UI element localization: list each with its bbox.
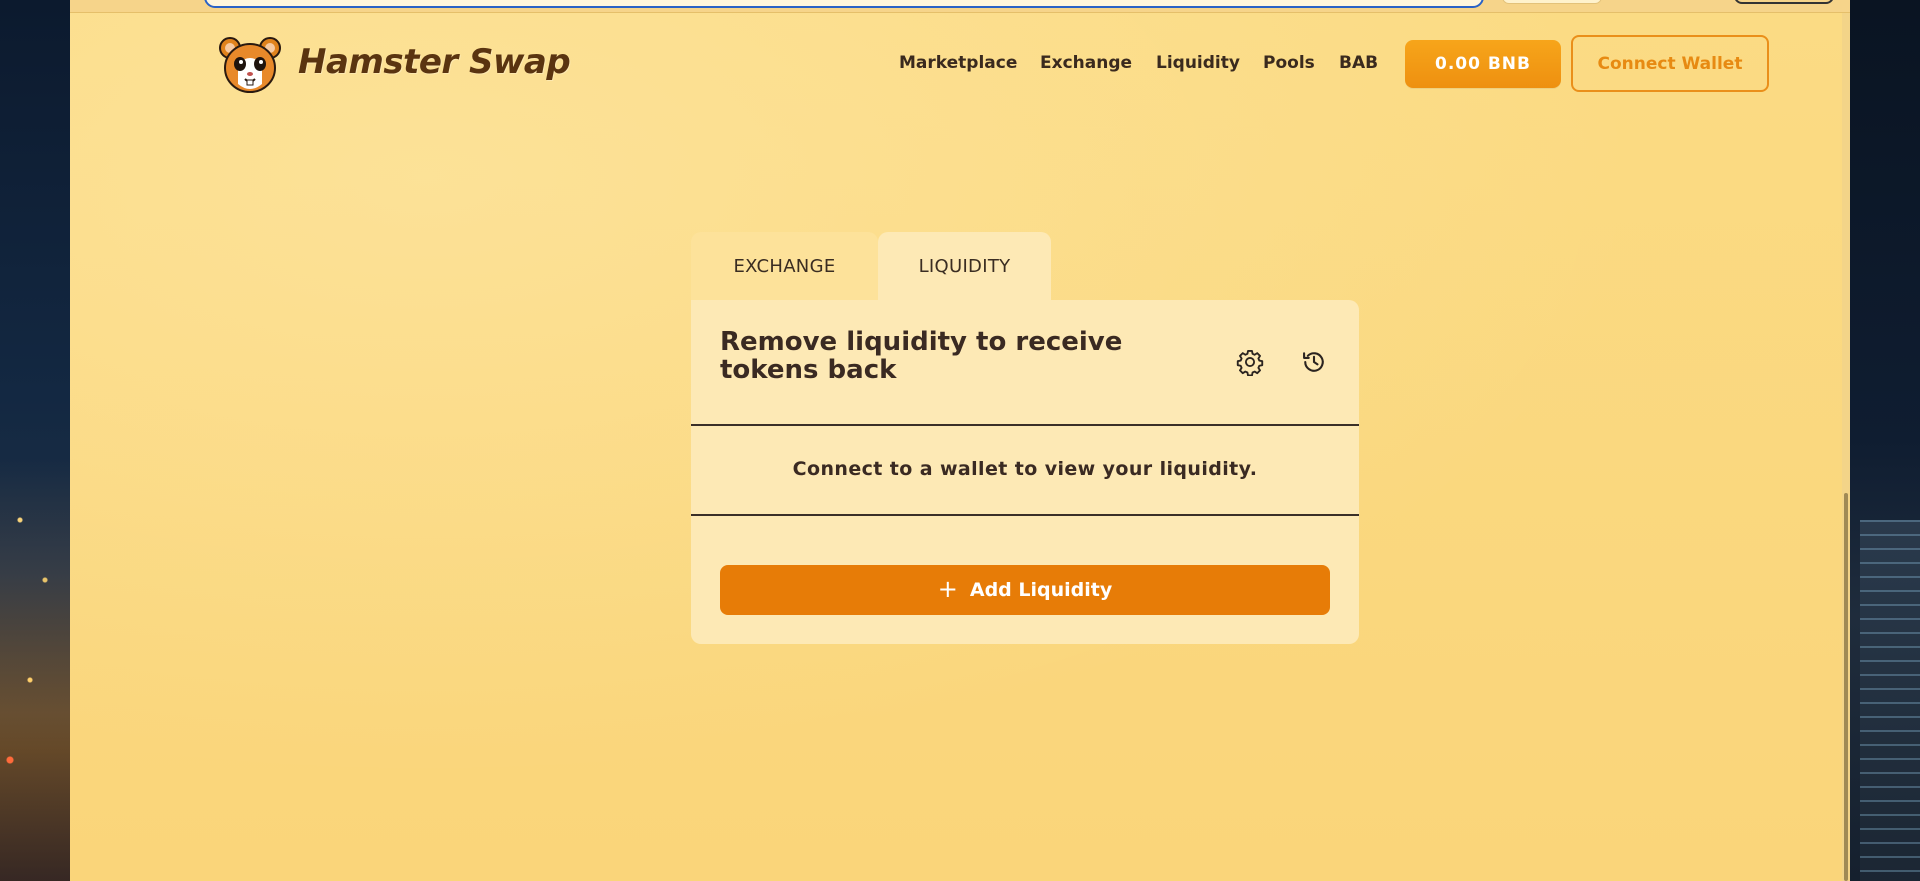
nav-link-bab[interactable]: BAB [1339,53,1378,73]
bnb-balance-button[interactable]: 0.00 BNB [1405,40,1561,88]
page-scrollbar[interactable] [1842,13,1850,881]
tab-exchange[interactable]: EXCHANGE [691,232,878,300]
connect-wallet-message: Connect to a wallet to view your liquidi… [792,458,1258,480]
card-divider-bottom [691,514,1359,516]
gear-icon [1236,349,1264,376]
address-bar[interactable] [204,0,1484,8]
add-liquidity-button[interactable]: + Add Liquidity [720,565,1330,615]
history-icon [1303,352,1324,372]
card-title: Remove liquidity to receive tokens back [720,327,1123,385]
desktop-background-left [0,0,70,881]
settings-button[interactable] [1234,346,1266,378]
nav-link-pools[interactable]: Pools [1263,53,1315,73]
nav-link-exchange[interactable]: Exchange [1040,53,1132,73]
swap-tabs: EXCHANGE LIQUIDITY [691,232,1051,300]
liquidity-card: Remove liquidity to receive tokens back … [691,300,1359,644]
main-nav: Marketplace Exchange Liquidity Pools BAB… [218,30,1770,100]
site-header: Hamster Swap Marketplace Exchange Liquid… [218,30,1770,100]
scrollbar-thumb[interactable] [1844,493,1848,881]
desktop-background-right [1850,0,1920,881]
nav-link-marketplace[interactable]: Marketplace [899,53,1017,73]
toolbar-button[interactable] [1734,0,1834,4]
add-liquidity-label: Add Liquidity [969,579,1113,601]
plus-icon: + [937,575,958,603]
connect-wallet-button[interactable]: Connect Wallet [1571,35,1769,92]
nav-link-liquidity[interactable]: Liquidity [1156,53,1240,73]
browser-page: Hamster Swap Marketplace Exchange Liquid… [70,0,1850,881]
tab-liquidity[interactable]: LIQUIDITY [878,232,1051,300]
toolbar-toggle[interactable] [1502,0,1602,4]
browser-toolbar-edge [70,0,1850,13]
history-button[interactable] [1298,346,1330,378]
